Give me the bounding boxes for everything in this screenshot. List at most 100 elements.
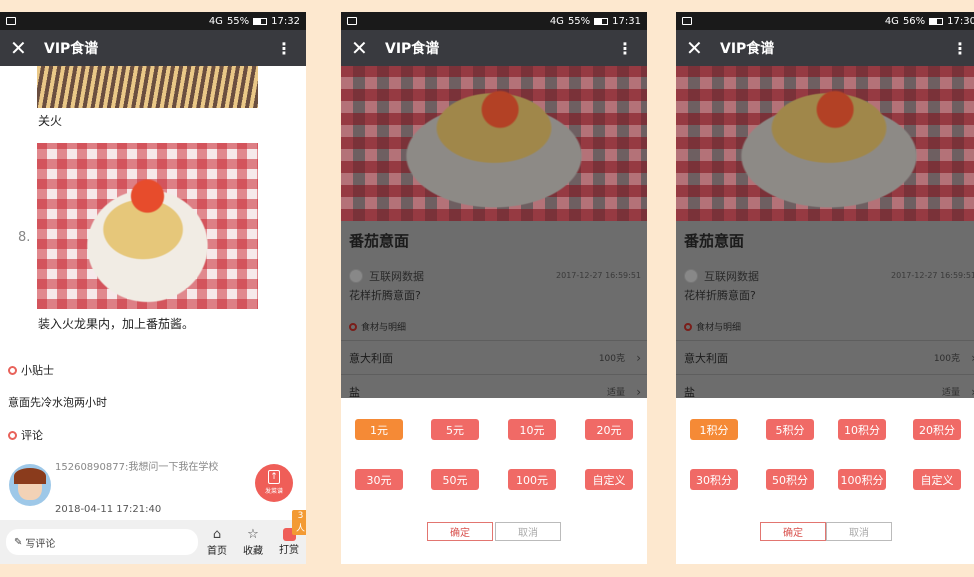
author-row: 互联网数据 <box>349 268 424 284</box>
phone-recipe-steps: 4G 55% 17:32 ✕ VIP食谱 ⋮ 关火 8. 装入火龙果内，加上番茄… <box>0 12 306 564</box>
ingredient-row: 意大利面 100克 › <box>676 340 974 374</box>
close-icon[interactable]: ✕ <box>351 36 377 60</box>
ingredient-name: 意大利面 <box>349 351 393 365</box>
amount-option-5[interactable]: 5元 <box>431 419 479 440</box>
recipe-hero-image <box>676 66 974 221</box>
tips-text: 意面先冷水泡两小时 <box>8 396 107 409</box>
amount-option-30[interactable]: 30元 <box>355 469 403 490</box>
amount-option-50[interactable]: 50元 <box>431 469 479 490</box>
battery-icon <box>594 17 609 25</box>
more-icon[interactable]: ⋮ <box>276 39 292 58</box>
battery-percent: 55% <box>226 15 250 27</box>
bottom-bar: ✎ 写评论 ⌂ 首页 ☆ 收藏 3人 打赏 <box>0 510 306 564</box>
nav-home-label: 首页 <box>207 545 227 557</box>
tips-heading-label: 小贴士 <box>21 364 54 377</box>
chevron-right-icon: › <box>636 350 641 365</box>
cancel-button[interactable]: 取消 <box>495 522 561 541</box>
step-text: 装入火龙果内，加上番茄酱。 <box>38 317 195 331</box>
author-avatar <box>684 269 698 283</box>
page-title: VIP食谱 <box>44 41 99 57</box>
upload-icon: ↑ <box>268 470 280 484</box>
points-option-100[interactable]: 100积分 <box>838 469 886 490</box>
clock: 17:31 <box>612 15 641 27</box>
battery-icon <box>929 17 944 25</box>
clock: 17:30 <box>947 15 974 27</box>
ingredient-amount: 适量 <box>941 388 960 398</box>
ingredient-amount: 100克 <box>598 354 625 364</box>
close-icon[interactable]: ✕ <box>10 36 36 60</box>
step-text-previous: 关火 <box>38 114 63 128</box>
image-notification-icon <box>347 17 357 25</box>
author-name: 互联网数据 <box>704 270 759 283</box>
ingredient-row: 意大利面 100克 › <box>341 340 647 374</box>
image-notification-icon <box>682 17 692 25</box>
points-option-custom[interactable]: 自定义 <box>913 469 961 490</box>
chevron-right-icon: › <box>636 384 641 399</box>
step-image[interactable] <box>37 143 258 309</box>
author-name: 互联网数据 <box>369 270 424 283</box>
amount-option-10[interactable]: 10元 <box>508 419 556 440</box>
amount-option-custom[interactable]: 自定义 <box>585 469 633 490</box>
more-icon[interactable]: ⋮ <box>617 39 633 58</box>
step-number: 8. <box>18 230 31 245</box>
points-option-50[interactable]: 50积分 <box>766 469 814 490</box>
page-title: VIP食谱 <box>720 41 775 57</box>
ingredient-amount: 100克 <box>933 354 960 364</box>
status-bar: 4G 55% 17:32 <box>0 12 306 30</box>
close-icon[interactable]: ✕ <box>686 36 712 60</box>
circle-icon <box>8 365 17 375</box>
points-option-5[interactable]: 5积分 <box>766 419 814 440</box>
recipe-title: 番茄意面 <box>349 232 410 250</box>
star-icon: ☆ <box>247 526 259 542</box>
comment-input[interactable]: ✎ 写评论 <box>6 529 198 555</box>
confirm-button[interactable]: 确定 <box>427 522 493 541</box>
nav-reward[interactable]: 3人 打赏 <box>272 510 306 556</box>
title-bar: ✕ VIP食谱 ⋮ <box>676 30 974 66</box>
battery-percent: 56% <box>902 15 926 27</box>
title-bar: ✕ VIP食谱 ⋮ <box>0 30 306 66</box>
signal-indicator: 4G <box>884 15 899 27</box>
nav-home[interactable]: ⌂ 首页 <box>200 526 234 557</box>
ingredient-name: 意大利面 <box>684 351 728 365</box>
ingredients-heading: 食材与明细 <box>349 320 406 333</box>
ingredients-heading-label: 食材与明细 <box>696 323 742 333</box>
status-bar: 4G 55% 17:31 <box>341 12 647 30</box>
more-icon[interactable]: ⋮ <box>952 39 968 58</box>
reward-sheet: 1元 5元 10元 20元 30元 50元 100元 自定义 确定 取消 <box>341 398 647 564</box>
circle-icon <box>684 322 692 331</box>
publish-recipe-label: 发菜谱 <box>264 488 283 495</box>
step-image-previous <box>37 66 258 108</box>
circle-icon <box>8 430 17 440</box>
edit-icon: ✎ <box>14 536 23 548</box>
nav-collect[interactable]: ☆ 收藏 <box>236 526 270 557</box>
status-bar: 4G 56% 17:30 <box>676 12 974 30</box>
confirm-button[interactable]: 确定 <box>760 522 826 541</box>
publish-recipe-button[interactable]: ↑ 发菜谱 <box>255 464 293 502</box>
points-option-10[interactable]: 10积分 <box>838 419 886 440</box>
cancel-button[interactable]: 取消 <box>826 522 892 541</box>
amount-option-1[interactable]: 1元 <box>355 419 403 440</box>
clock: 17:32 <box>271 15 300 27</box>
publish-time: 2017-12-27 16:59:51 <box>556 271 641 280</box>
battery-percent: 55% <box>567 15 591 27</box>
title-bar: ✕ VIP食谱 ⋮ <box>341 30 647 66</box>
reward-sheet: 1积分 5积分 10积分 20积分 30积分 50积分 100积分 自定义 确定… <box>676 398 974 564</box>
points-option-1[interactable]: 1积分 <box>690 419 738 440</box>
phone-reward-points: 4G 56% 17:30 ✕ VIP食谱 ⋮ 番茄意面 互联网数据 2017-1… <box>676 12 974 564</box>
points-option-20[interactable]: 20积分 <box>913 419 961 440</box>
avatar[interactable] <box>9 464 51 506</box>
phone-reward-cash: 4G 55% 17:31 ✕ VIP食谱 ⋮ 番茄意面 互联网数据 2017-1… <box>341 12 647 564</box>
comments-heading: 评论 <box>8 427 43 443</box>
recipe-subtitle: 花样折腾意面? <box>349 289 421 302</box>
amount-option-100[interactable]: 100元 <box>508 469 556 490</box>
reward-count-badge: 3人 <box>292 510 306 535</box>
page-title: VIP食谱 <box>385 41 440 57</box>
ingredient-amount: 适量 <box>606 388 625 398</box>
nav-reward-label: 打赏 <box>279 545 299 556</box>
amount-option-20[interactable]: 20元 <box>585 419 633 440</box>
recipe-hero-image <box>341 66 647 221</box>
recipe-subtitle: 花样折腾意面? <box>684 289 756 302</box>
comments-heading-label: 评论 <box>21 429 43 442</box>
home-icon: ⌂ <box>212 526 222 542</box>
points-option-30[interactable]: 30积分 <box>690 469 738 490</box>
